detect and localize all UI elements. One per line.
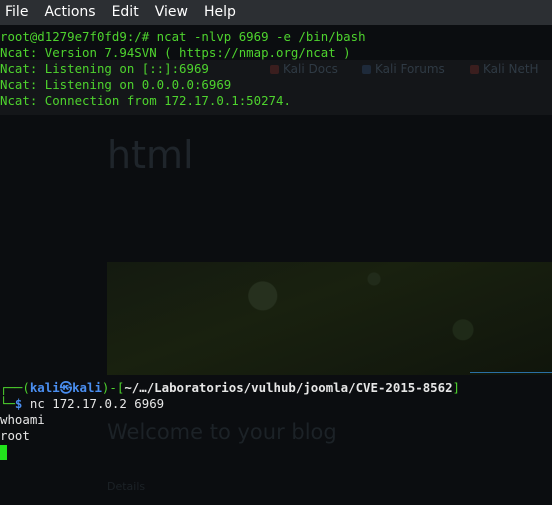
prompt-host: kali xyxy=(72,380,102,395)
typed-command: nc 172.17.0.2 6969 xyxy=(29,396,165,411)
output-line: whoami xyxy=(0,412,45,427)
cursor-line xyxy=(0,444,552,460)
prompt-path: ~/…/Laboratorios/vulhub/joomla/CVE-2015-… xyxy=(124,380,453,395)
prompt-close: ] xyxy=(452,380,461,395)
menu-bar: File Actions Edit View Help xyxy=(0,0,552,25)
prompt-mid: )-[ xyxy=(101,380,125,395)
menu-file[interactable]: File xyxy=(0,0,36,25)
menu-help[interactable]: Help xyxy=(196,0,244,25)
output-line: root xyxy=(0,428,30,443)
menu-view[interactable]: View xyxy=(147,0,196,25)
terminal-line: Ncat: Listening on [::]:6969 xyxy=(0,61,209,76)
details-label: Details xyxy=(107,480,146,493)
command-line: └─$ nc 172.17.0.2 6969 xyxy=(0,396,552,412)
menu-edit[interactable]: Edit xyxy=(104,0,147,25)
terminal-line: Ncat: Connection from 172.17.0.1:50274. xyxy=(0,93,291,108)
page-heading: html xyxy=(107,133,194,177)
prompt-at: ㉿ xyxy=(59,380,73,395)
prompt-user: kali xyxy=(29,380,60,395)
terminal-line: root@d1279e7f0fd9:/# ncat -nlvp 6969 -e … xyxy=(0,29,366,44)
server-terminal[interactable]: root@d1279e7f0fd9:/# ncat -nlvp 6969 -e … xyxy=(0,29,552,109)
prompt-corner: └─ xyxy=(0,396,15,411)
client-terminal[interactable]: ┌──(kali㉿kali)-[~/…/Laboratorios/vulhub/… xyxy=(0,380,552,460)
prompt-line: ┌──(kali㉿kali)-[~/…/Laboratorios/vulhub/… xyxy=(0,380,552,396)
menu-actions[interactable]: Actions xyxy=(36,0,103,25)
prompt-open: ┌──( xyxy=(0,380,30,395)
hero-image xyxy=(107,262,552,375)
divider xyxy=(470,372,552,373)
terminal-cursor xyxy=(0,445,7,460)
terminal-line: Ncat: Version 7.94SVN ( https://nmap.org… xyxy=(0,45,351,60)
terminal-line: Ncat: Listening on 0.0.0.0:6969 xyxy=(0,77,232,92)
prompt-dollar: $ xyxy=(14,396,23,411)
